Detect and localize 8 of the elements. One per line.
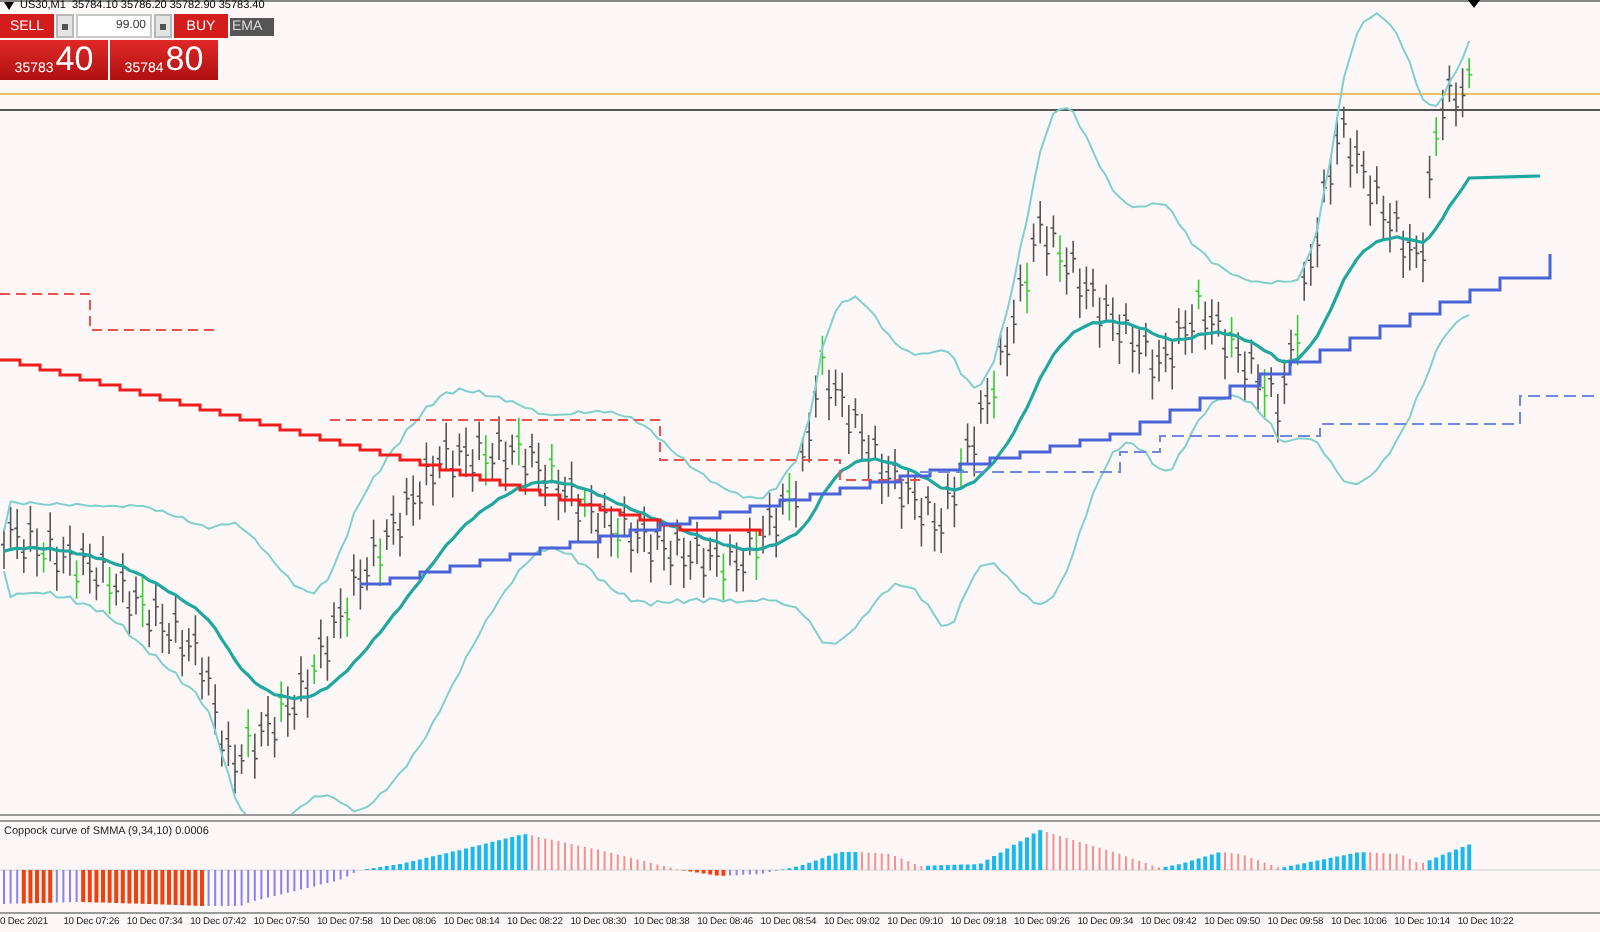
square-icon <box>62 23 68 29</box>
sell-price-pips: 40 <box>55 42 94 78</box>
buy-price-pips: 80 <box>165 42 204 78</box>
decrease-button[interactable] <box>56 14 74 38</box>
marker-icon <box>1468 0 1480 8</box>
square-icon <box>160 23 166 29</box>
triangle-icon <box>4 2 14 10</box>
increase-button[interactable] <box>154 14 172 38</box>
